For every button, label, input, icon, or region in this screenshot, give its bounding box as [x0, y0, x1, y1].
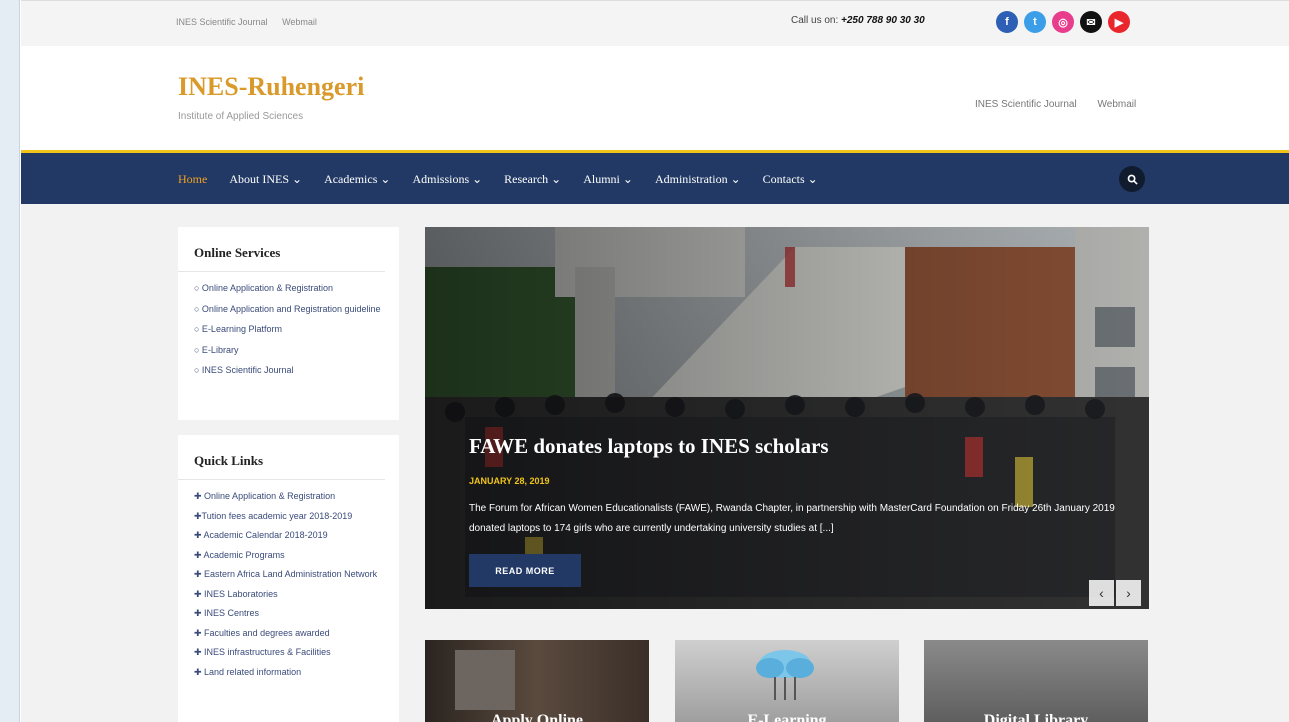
list-item[interactable]: ○ Online Application and Registration gu… [194, 303, 385, 317]
list-item[interactable]: ✚ Academic Calendar 2018-2019 [194, 529, 385, 543]
nav-menu: Home About INES ⌄ Academics ⌄ Admissions ⌄ R… [178, 172, 840, 187]
header-links: INES Scientific Journal Webmail [957, 99, 1136, 110]
list-item[interactable]: ✚ INES infrastructures & Facilities [194, 646, 385, 660]
page: INES Scientific Journal Webmail Call us … [21, 0, 1289, 722]
list-item[interactable]: ✚ INES Centres [194, 607, 385, 621]
social-icons: f t ◎ ✉ ▶ [996, 11, 1130, 33]
phone-label: Call us on: [791, 15, 839, 26]
phone-info: Call us on: +250 788 90 30 30 [791, 15, 925, 26]
top-link-webmail[interactable]: Webmail [282, 17, 317, 27]
site-header: INES-Ruhengeri Institute of Applied Scie… [21, 46, 1289, 151]
nav-item-5[interactable]: Alumni ⌄ [583, 172, 633, 187]
list-item[interactable]: ✚ INES Laboratories [194, 588, 385, 602]
list-item[interactable]: ✚Tution fees academic year 2018-2019 [194, 510, 385, 524]
card-apply-online[interactable]: Apply Online [425, 640, 649, 722]
youtube-icon[interactable]: ▶ [1108, 11, 1130, 33]
nav-item-0[interactable]: Home [178, 172, 207, 187]
nav-item-6[interactable]: Administration ⌄ [655, 172, 741, 187]
site-tagline: Institute of Applied Sciences [178, 111, 304, 122]
search-button[interactable] [1119, 166, 1145, 192]
instagram-icon[interactable]: ◎ [1052, 11, 1074, 33]
online-services-list: ○ Online Application & Registration ○ Onl… [178, 272, 399, 378]
left-rail [0, 0, 20, 722]
slide-excerpt: The Forum for African Women Educationali… [469, 503, 1115, 534]
list-item[interactable]: ○ E-Library [194, 344, 385, 358]
list-item[interactable]: ○ E-Learning Platform [194, 323, 385, 337]
list-item[interactable]: ✚ Faculties and degrees awarded [194, 627, 385, 641]
list-item[interactable]: ✚ Academic Programs [194, 549, 385, 563]
top-links: INES Scientific Journal Webmail [176, 17, 329, 27]
list-item[interactable]: ○ Online Application & Registration [194, 282, 385, 296]
card-digital-library[interactable]: Digital Library [924, 640, 1148, 722]
browser-viewport: INES Scientific Journal Webmail Call us … [0, 0, 1289, 722]
online-services-widget: Online Services ○ Online Application & R… [178, 227, 399, 420]
quick-links-widget: Quick Links ✚ Online Application & Regis… [178, 435, 399, 722]
cloud-icon [756, 650, 814, 700]
slider-next-button[interactable]: › [1116, 580, 1141, 606]
slide-title[interactable]: FAWE donates laptops to INES scholars [469, 434, 829, 459]
search-icon [1127, 174, 1138, 185]
nav-item-4[interactable]: Research ⌄ [504, 172, 561, 187]
card-e-learning[interactable]: E-Learning [675, 640, 899, 722]
card-title: Apply Online [490, 712, 584, 722]
twitter-icon[interactable]: t [1024, 11, 1046, 33]
hero-slider: FAWE donates laptops to INES scholars JA… [425, 227, 1149, 609]
phone-number[interactable]: +250 788 90 30 30 [841, 15, 925, 26]
top-bar: INES Scientific Journal Webmail Call us … [21, 0, 1289, 46]
slider-prev-button[interactable]: ‹ [1089, 580, 1114, 606]
list-item[interactable]: ✚ Eastern Africa Land Administration Net… [194, 568, 385, 582]
slide-date: JANUARY 28, 2019 [469, 476, 550, 486]
email-icon[interactable]: ✉ [1080, 11, 1102, 33]
read-more-button[interactable]: READ MORE [469, 554, 581, 587]
header-link-journal[interactable]: INES Scientific Journal [975, 99, 1077, 110]
list-item[interactable]: ✚ Online Application & Registration [194, 490, 385, 504]
slider-arrows: ‹ › [1089, 580, 1141, 606]
nav-item-2[interactable]: Academics ⌄ [324, 172, 390, 187]
slide-overlay [425, 227, 1149, 609]
list-item[interactable]: ○ INES Scientific Journal [194, 364, 385, 378]
list-item[interactable]: ✚ Land related information [194, 666, 385, 680]
facebook-icon[interactable]: f [996, 11, 1018, 33]
nav-item-3[interactable]: Admissions ⌄ [412, 172, 482, 187]
nav-item-7[interactable]: Contacts ⌄ [763, 172, 818, 187]
card-title: E-Learning [747, 712, 827, 722]
card-title: Digital Library [983, 712, 1089, 722]
nav-item-1[interactable]: About INES ⌄ [229, 172, 302, 187]
online-services-title: Online Services [178, 227, 385, 272]
main-navigation: Home About INES ⌄ Academics ⌄ Admissions ⌄ R… [21, 150, 1289, 204]
header-link-webmail[interactable]: Webmail [1098, 99, 1137, 110]
quick-links-title: Quick Links [178, 435, 385, 480]
quick-links-list: ✚ Online Application & Registration ✚Tuti… [178, 480, 399, 679]
site-logo-text[interactable]: INES-Ruhengeri [178, 72, 364, 102]
top-link-journal[interactable]: INES Scientific Journal [176, 17, 268, 27]
